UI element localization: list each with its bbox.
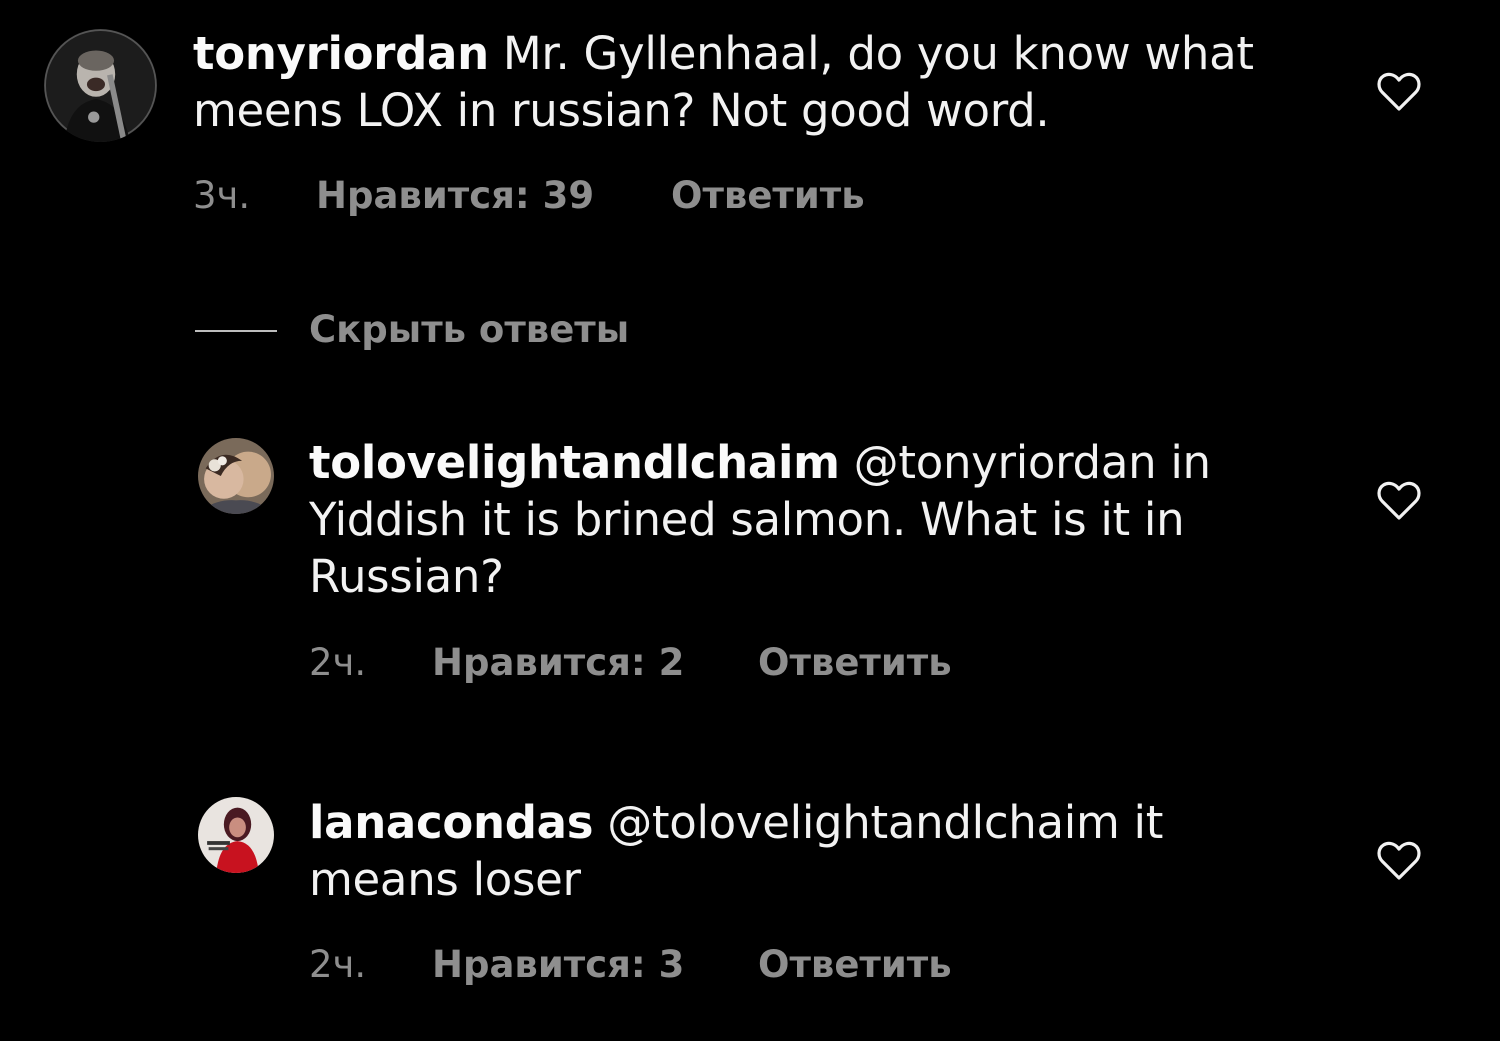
timestamp: 2ч.	[309, 641, 367, 684]
profile-photo-icon	[198, 797, 274, 873]
likes-count[interactable]: Нравится: 2	[432, 638, 684, 688]
comment-body: Russian?	[309, 550, 504, 603]
hide-replies-label: Скрыть ответы	[309, 308, 630, 351]
comment-body: Yiddish it is brined salmon. What is it …	[309, 493, 1185, 546]
comment-meta: 3ч. Нравится: 39 Ответить	[193, 171, 1093, 221]
reply-button[interactable]: Ответить	[758, 940, 952, 990]
comment-text: lanacondas @tolovelightandlchaim it mean…	[309, 794, 1349, 908]
avatar[interactable]	[44, 29, 157, 142]
timestamp: 3ч.	[193, 174, 251, 217]
comment-text: tolovelightandlchaim @tonyriordan in Yid…	[309, 434, 1349, 605]
comment-body: meens LOX in russian? Not good word.	[193, 84, 1050, 137]
comment-body: means loser	[309, 853, 581, 906]
comment-meta: 2ч. Нравится: 3 Ответить	[309, 940, 1109, 990]
comment-body: @tonyriordan in	[839, 436, 1211, 489]
profile-photo-icon	[44, 29, 157, 142]
comment-body: @tolovelightandlchaim it	[593, 796, 1164, 849]
timestamp: 2ч.	[309, 943, 367, 986]
profile-photo-icon	[198, 438, 274, 514]
likes-count[interactable]: Нравится: 3	[432, 940, 684, 990]
like-heart-icon[interactable]	[1376, 71, 1422, 113]
comment-body: Mr. Gyllenhaal, do you know what	[488, 27, 1254, 80]
avatar[interactable]	[198, 797, 274, 873]
likes-count[interactable]: Нравится: 39	[316, 171, 594, 221]
avatar[interactable]	[198, 438, 274, 514]
reply-button[interactable]: Ответить	[758, 638, 952, 688]
comment-meta: 2ч. Нравится: 2 Ответить	[309, 638, 1109, 688]
username[interactable]: tolovelightandlchaim	[309, 436, 840, 489]
like-heart-icon[interactable]	[1376, 480, 1422, 522]
divider-line	[195, 330, 277, 332]
reply-button[interactable]: Ответить	[671, 171, 865, 221]
username[interactable]: tonyriordan	[193, 27, 489, 80]
username[interactable]: lanacondas	[309, 796, 593, 849]
like-heart-icon[interactable]	[1376, 840, 1422, 882]
comment-text: tonyriordan Mr. Gyllenhaal, do you know …	[193, 25, 1343, 139]
